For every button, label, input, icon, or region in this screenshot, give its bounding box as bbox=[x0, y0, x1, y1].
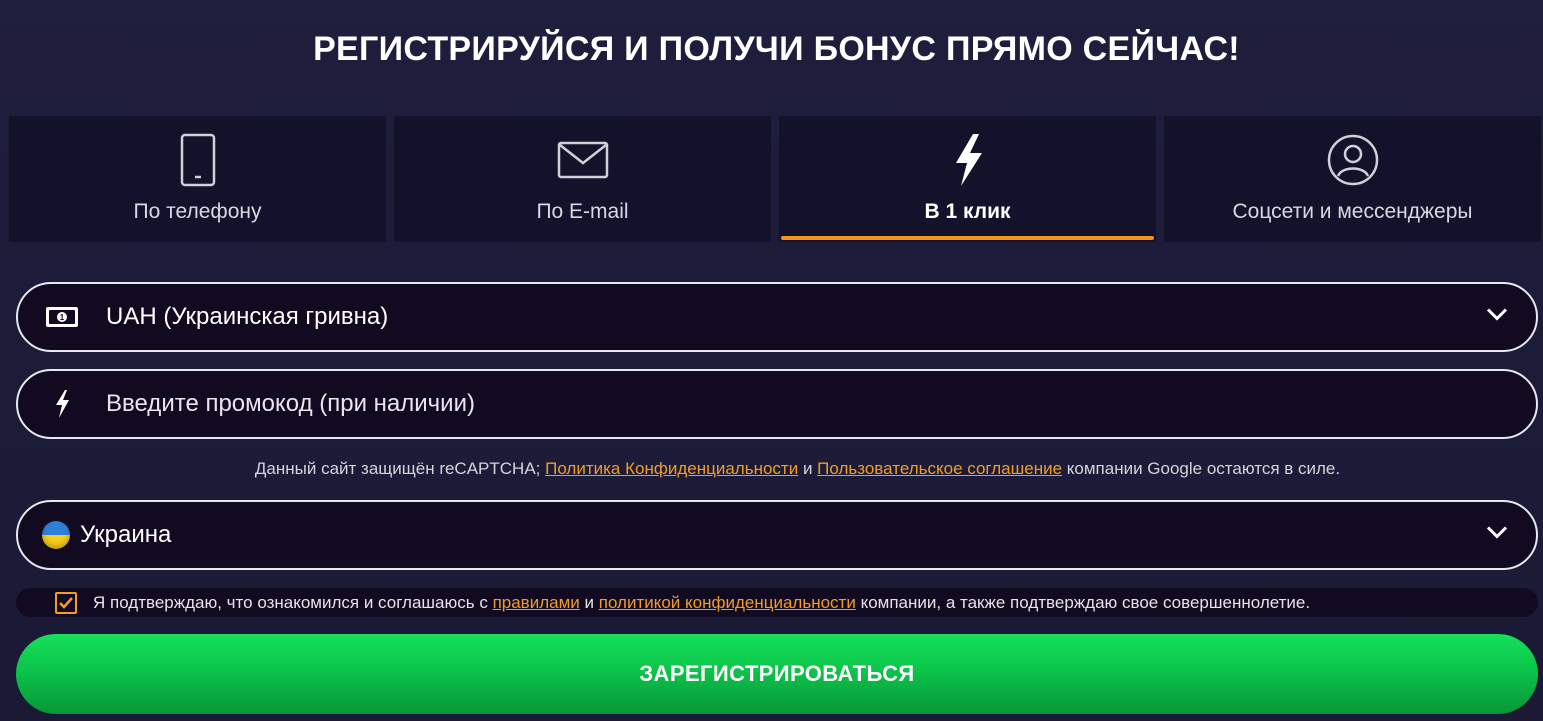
recaptcha-prefix: Данный сайт защищён reCAPTCHA; bbox=[254, 459, 541, 478]
phone-icon bbox=[180, 132, 216, 188]
register-button-label: ЗАРЕГИСТРИРОВАТЬСЯ bbox=[639, 661, 915, 686]
privacy-link[interactable]: политикой конфиденциальности bbox=[599, 593, 856, 612]
checkmark-icon bbox=[59, 596, 73, 609]
agreement-and: и bbox=[584, 592, 595, 612]
agreement-prefix: Я подтверждаю, что ознакомился и соглаша… bbox=[93, 592, 488, 612]
envelope-icon bbox=[557, 132, 609, 188]
rules-link[interactable]: правилами bbox=[493, 593, 580, 612]
agreement-row: Я подтверждаю, что ознакомился и соглаша… bbox=[16, 588, 1538, 617]
recaptcha-notice: Данный сайт защищён reCAPTCHA; Политика … bbox=[0, 459, 1543, 479]
terms-link[interactable]: Пользовательское соглашение bbox=[817, 459, 1062, 478]
svg-text:1: 1 bbox=[60, 313, 65, 322]
chevron-down-icon bbox=[1486, 526, 1508, 545]
privacy-policy-link[interactable]: Политика Конфиденциальности bbox=[545, 459, 798, 478]
tab-one-click-label: В 1 клик bbox=[924, 200, 1011, 223]
lightning-icon bbox=[18, 389, 106, 419]
register-button[interactable]: ЗАРЕГИСТРИРОВАТЬСЯ bbox=[16, 634, 1538, 714]
agreement-text: Я подтверждаю, что ознакомился и соглаша… bbox=[93, 593, 1310, 613]
tab-social[interactable]: Соцсети и мессенджеры bbox=[1164, 116, 1541, 242]
currency-value: UAH (Украинская гривна) bbox=[106, 303, 389, 330]
currency-select[interactable]: 1 UAH (Украинская гривна) bbox=[16, 282, 1538, 352]
lightning-icon bbox=[951, 132, 985, 188]
country-value: Украина bbox=[80, 521, 172, 548]
tab-phone[interactable]: По телефону bbox=[9, 116, 386, 242]
recaptcha-suffix: компании Google остаются в силе. bbox=[1066, 459, 1341, 478]
country-select[interactable]: Украина bbox=[16, 500, 1538, 570]
agreement-suffix: компании, а также подтверждаю свое совер… bbox=[860, 592, 1311, 612]
chevron-down-icon bbox=[1486, 308, 1508, 327]
ukraine-flag-icon bbox=[42, 521, 70, 549]
tab-email[interactable]: По E-mail bbox=[394, 116, 771, 242]
tab-social-label: Соцсети и мессенджеры bbox=[1232, 200, 1473, 223]
tab-phone-label: По телефону bbox=[133, 200, 262, 223]
recaptcha-and: и bbox=[802, 459, 813, 478]
promo-field bbox=[16, 369, 1538, 439]
tab-one-click[interactable]: В 1 клик bbox=[779, 116, 1156, 242]
user-circle-icon bbox=[1326, 132, 1380, 188]
tab-email-label: По E-mail bbox=[536, 200, 629, 223]
page-title: РЕГИСТРИРУЙСЯ И ПОЛУЧИ БОНУС ПРЯМО СЕЙЧА… bbox=[313, 30, 1240, 68]
registration-page: РЕГИСТРИРУЙСЯ И ПОЛУЧИ БОНУС ПРЯМО СЕЙЧА… bbox=[0, 0, 1543, 721]
registration-tabs: По телефону По E-mail В 1 клик Соцсети и… bbox=[9, 116, 1543, 242]
agreement-checkbox[interactable] bbox=[55, 591, 77, 614]
banknote-icon: 1 bbox=[18, 306, 106, 328]
promo-code-input[interactable] bbox=[106, 390, 1406, 418]
